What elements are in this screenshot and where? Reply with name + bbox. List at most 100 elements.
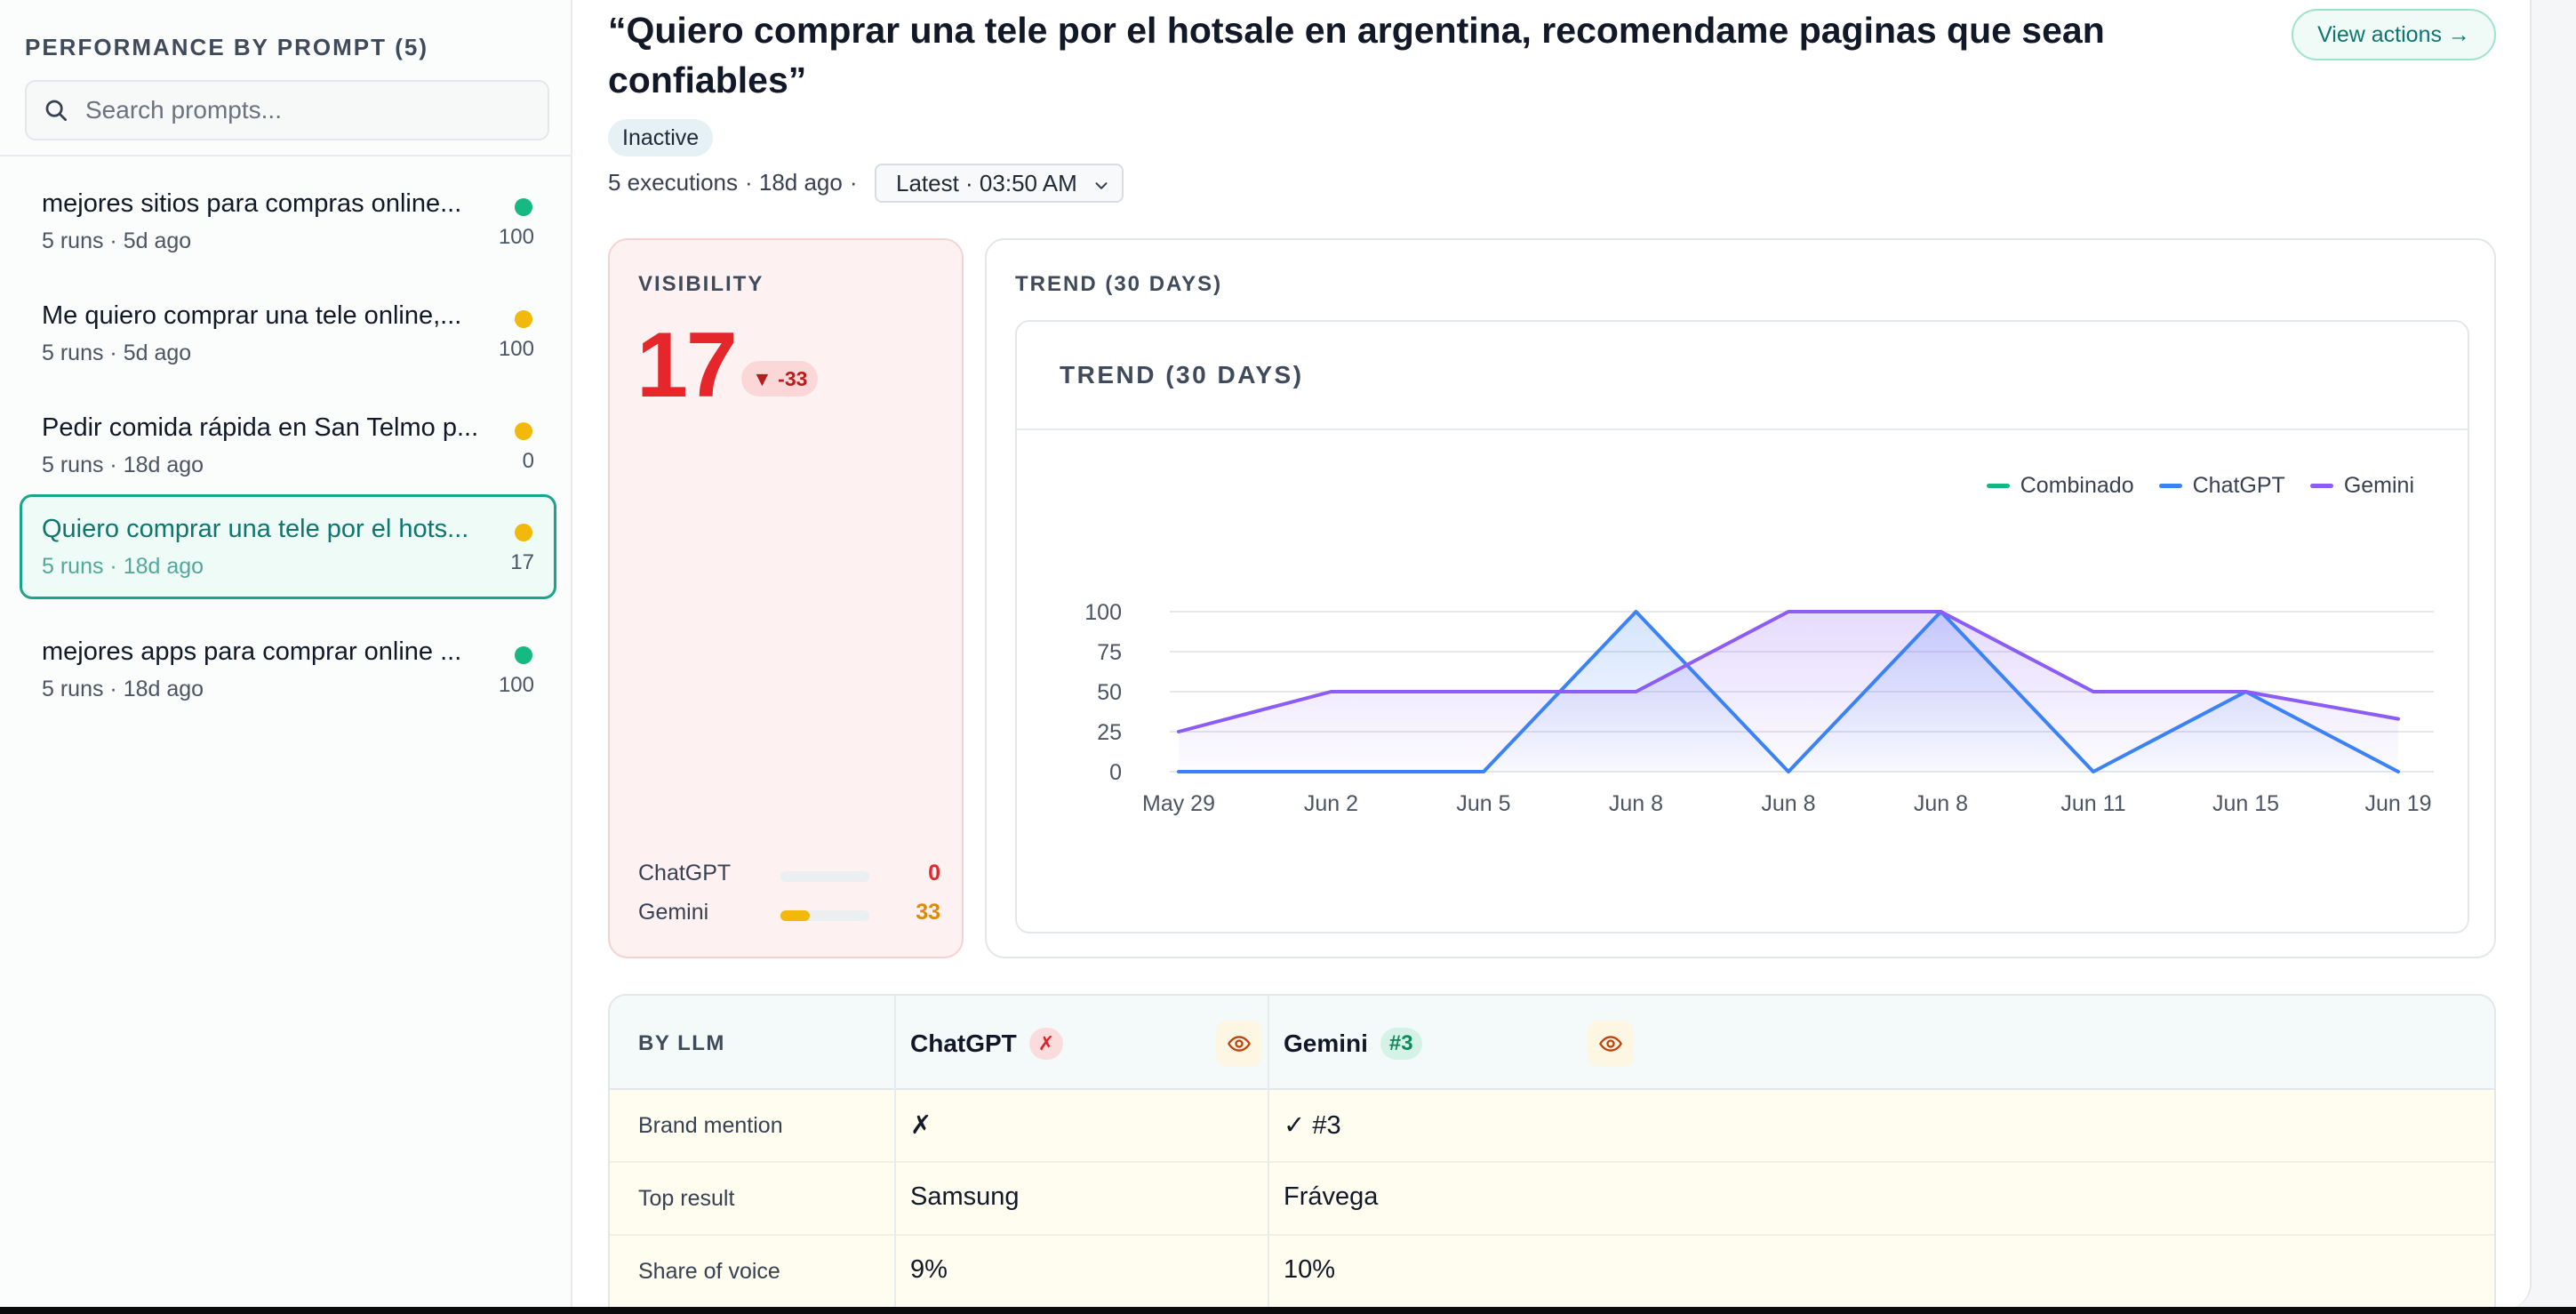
- cell-gemini: 10%: [1284, 1255, 1336, 1284]
- prompt-item-meta: 5 runs · 5d ago: [42, 228, 192, 253]
- trend-card: TREND (30 DAYS) TREND (30 DAYS) Combinad…: [985, 238, 2496, 958]
- eye-icon: [1228, 1036, 1251, 1052]
- x-tick-label: Jun 15: [2212, 791, 2279, 816]
- column-divider: [894, 996, 896, 1309]
- prompt-item-score: 0: [522, 449, 534, 473]
- prompt-item-title: Pedir comida rápida en San Telmo p...: [42, 413, 479, 442]
- execution-info: 5 executions · 18d ago ·: [608, 167, 858, 197]
- prompt-item-meta: 5 runs · 5d ago: [42, 341, 192, 365]
- visibility-bar-track: [780, 910, 869, 921]
- visibility-delta-badge: ▼ -33: [741, 361, 819, 397]
- separator-dot: ·: [849, 168, 858, 196]
- latest-run-select[interactable]: Latest · 03:50 AM: [875, 164, 1124, 203]
- row-label: Top result: [638, 1186, 735, 1211]
- prompt-item-title: mejores apps para comprar online ...: [42, 637, 462, 666]
- table-row: Share of voice 9% 10%: [610, 1236, 2494, 1309]
- status-dot: [515, 524, 532, 541]
- y-tick-label: 0: [1109, 760, 1122, 785]
- prompt-item-title: mejores sitios para compras online...: [42, 189, 462, 218]
- visibility-card: VISIBILITY 17 ▼ -33 ChatGPT 0 Gemini 33: [608, 238, 964, 958]
- y-tick-label: 25: [1097, 720, 1122, 745]
- eye-icon: [1599, 1036, 1622, 1052]
- cell-chatgpt: Samsung: [910, 1182, 1020, 1211]
- sidebar-title: PERFORMANCE BY PROMPT (5): [25, 34, 428, 60]
- trend-chart-header: TREND (30 DAYS): [1017, 322, 2468, 430]
- cell-chatgpt: 9%: [910, 1255, 948, 1284]
- visibility-bar-track: [780, 871, 869, 882]
- prompt-item-title: Me quiero comprar una tele online,...: [42, 301, 462, 330]
- trend-chart-title: TREND (30 DAYS): [1060, 361, 1304, 389]
- status-dot: [515, 198, 532, 216]
- x-tick-label: Jun 11: [2060, 791, 2125, 816]
- x-tick-label: Jun 8: [1609, 791, 1663, 816]
- llm-visibility-value: 0: [928, 861, 940, 885]
- prompt-item-title: Quiero comprar una tele por el hots...: [42, 515, 469, 543]
- sidebar-divider: [0, 155, 572, 156]
- view-gemini-button[interactable]: [1588, 1021, 1634, 1067]
- prompt-item-score: 100: [498, 337, 534, 361]
- sidebar: PERFORMANCE BY PROMPT (5) mejores sitios…: [0, 0, 572, 1309]
- latest-run-label: Latest · 03:50 AM: [896, 169, 1077, 196]
- mention-badge: ✗: [1028, 1028, 1064, 1060]
- trend-label: TREND (30 DAYS): [1015, 272, 1223, 296]
- prompt-item-score: 17: [510, 550, 534, 574]
- screen-bottom-edge: [0, 1307, 2576, 1314]
- prompt-item-score: 100: [498, 225, 534, 249]
- chevron-down-icon: [1095, 182, 1108, 189]
- visibility-label: VISIBILITY: [638, 272, 764, 296]
- llm-name: ChatGPT: [638, 861, 732, 885]
- prompt-item-meta: 5 runs · 18d ago: [42, 554, 204, 579]
- prompt-item[interactable]: mejores apps para comprar online ... 5 r…: [20, 617, 556, 720]
- search-box[interactable]: [25, 80, 549, 140]
- view-chatgpt-button[interactable]: [1216, 1021, 1262, 1067]
- status-dot: [515, 422, 532, 440]
- prompt-item-meta: 5 runs · 18d ago: [42, 677, 204, 701]
- prompt-item[interactable]: mejores sitios para compras online... 5 …: [20, 169, 556, 272]
- table-row: Brand mention ✗ ✓ #3: [610, 1090, 2494, 1163]
- y-tick-label: 50: [1097, 680, 1122, 705]
- x-tick-label: Jun 5: [1456, 791, 1510, 816]
- y-tick-label: 75: [1097, 640, 1122, 665]
- cell-chatgpt: ✗: [910, 1111, 932, 1140]
- status-badge: Inactive: [608, 119, 714, 156]
- x-tick-label: Jun 8: [1914, 791, 1968, 816]
- llm-visibility-value: 33: [916, 900, 940, 925]
- prompt-item[interactable]: Me quiero comprar una tele online,... 5 …: [20, 281, 556, 384]
- x-tick-label: May 29: [1142, 791, 1215, 816]
- page-title: “Quiero comprar una tele por el hotsale …: [608, 10, 2105, 100]
- x-tick-label: Jun 8: [1761, 791, 1815, 816]
- rank-badge: #3: [1380, 1028, 1422, 1060]
- x-tick-label: Jun 19: [2364, 791, 2431, 816]
- table-row: Top result Samsung Frávega: [610, 1163, 2494, 1236]
- column-divider: [1268, 996, 1269, 1309]
- cell-gemini: ✓ #3: [1284, 1111, 1341, 1140]
- app-window: PERFORMANCE BY PROMPT (5) mejores sitios…: [0, 0, 2532, 1309]
- status-dot: [515, 310, 532, 328]
- trend-chart-card: TREND (30 DAYS) Combinado ChatGPT Gemini: [1015, 320, 2469, 933]
- table-header: BY LLM ChatGPT ✗ Gemini #3: [610, 996, 2494, 1090]
- main-content: “Quiero comprar una tele por el hotsale …: [572, 0, 2530, 1309]
- column-header-gemini: Gemini #3: [1284, 1028, 1422, 1060]
- y-tick-label: 100: [1084, 600, 1122, 625]
- prompt-item-score: 100: [498, 673, 534, 697]
- by-llm-table: BY LLM ChatGPT ✗ Gemini #3 Brand mention: [608, 994, 2496, 1309]
- column-llm-name: ChatGPT: [910, 1030, 1017, 1057]
- executions-age: · 18d ago: [744, 168, 843, 196]
- trend-line-chart: 0 25 50 75 100 May 29 Jun 2 Jun 5 Jun 8 Jun 8 Jun …: [1084, 600, 2434, 816]
- row-label: Share of voice: [638, 1259, 780, 1284]
- prompt-item[interactable]: Pedir comida rápida en San Telmo p... 5 …: [20, 393, 556, 496]
- by-llm-label: BY LLM: [638, 1031, 725, 1055]
- prompt-item-active[interactable]: Quiero comprar una tele por el hots... 5…: [20, 494, 556, 599]
- row-label: Brand mention: [638, 1113, 783, 1138]
- prompt-item-meta: 5 runs · 18d ago: [42, 453, 204, 477]
- search-icon: [45, 100, 67, 121]
- visibility-score: 17: [636, 314, 738, 417]
- visibility-bar-fill: [780, 910, 810, 921]
- search-input[interactable]: [85, 96, 530, 124]
- status-dot: [515, 646, 532, 664]
- cell-gemini: Frávega: [1284, 1182, 1379, 1211]
- executions-count: 5 executions: [608, 168, 738, 196]
- view-actions-button[interactable]: View actions →: [2292, 9, 2496, 60]
- visibility-row-chatgpt: ChatGPT 0: [638, 861, 940, 891]
- column-header-chatgpt: ChatGPT ✗: [910, 1028, 1064, 1060]
